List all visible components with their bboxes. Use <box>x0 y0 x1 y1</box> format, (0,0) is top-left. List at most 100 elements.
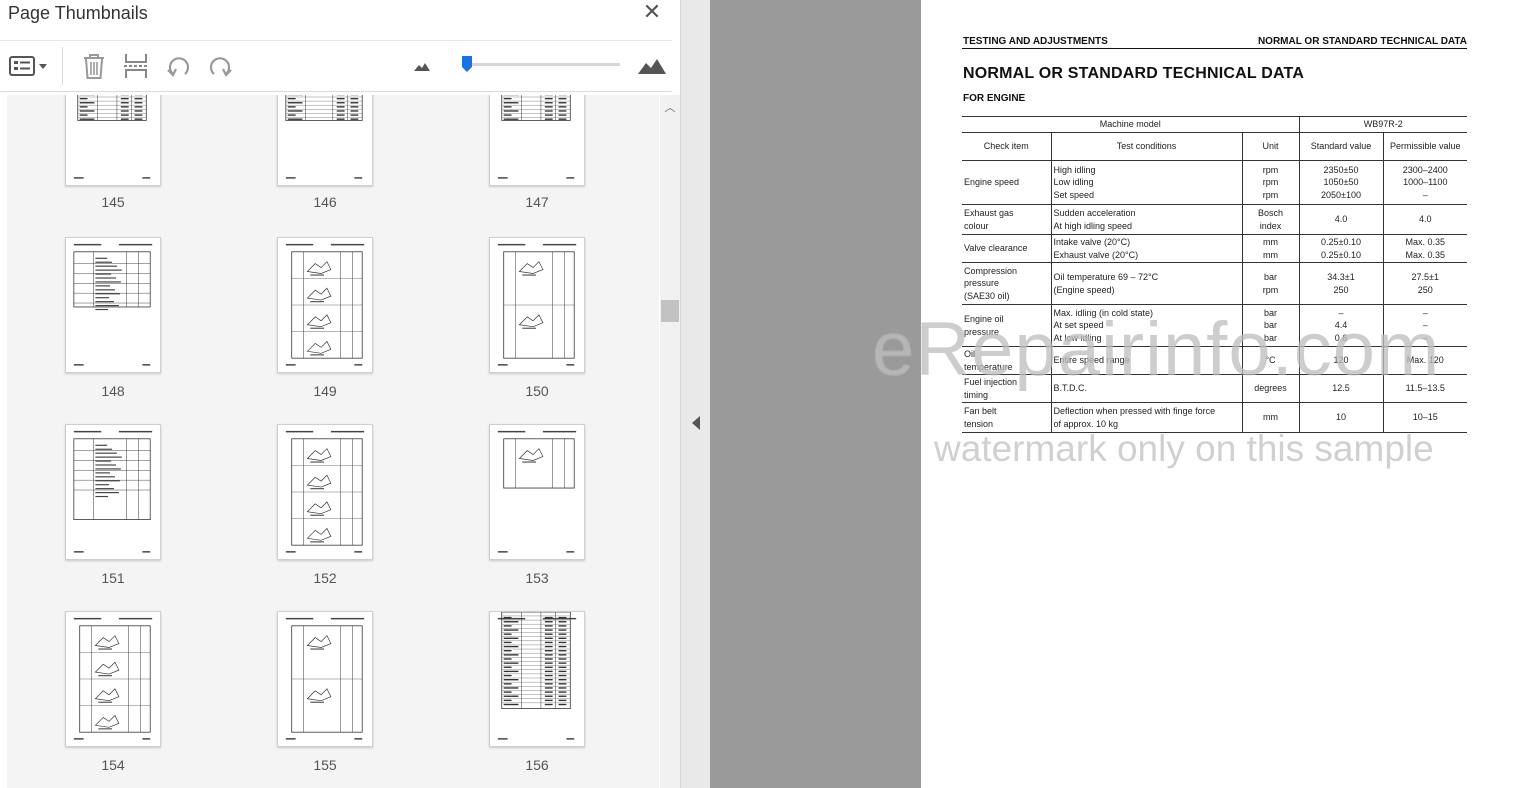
cell-line: Valve clearance <box>964 243 1028 254</box>
zoom-in-button[interactable] <box>636 51 668 81</box>
insert-pages-button[interactable] <box>121 51 151 81</box>
rotate-counterclockwise-icon <box>165 52 193 80</box>
cell-line: 0.25±0.10 <box>1321 249 1361 260</box>
rotate-clockwise-button[interactable] <box>205 51 235 81</box>
page-thumbnail[interactable] <box>277 424 373 560</box>
page-thumbnail[interactable] <box>65 237 161 373</box>
delete-pages-button[interactable] <box>80 51 108 81</box>
zoom-slider-track[interactable] <box>462 63 620 66</box>
thumbnail-options-button[interactable] <box>6 51 50 81</box>
cell-line: Oil temperature 69 – 72°C <box>1053 272 1159 282</box>
page-thumbnail[interactable] <box>277 237 373 373</box>
cell-line: B.T.D.C. <box>1053 383 1088 394</box>
page-thumbnail-label: 156 <box>525 757 549 773</box>
page-thumbnail[interactable] <box>65 95 161 186</box>
scroll-up-arrow-icon[interactable]: ︿ <box>664 102 676 114</box>
cell-line: mm <box>1263 412 1278 423</box>
standard-value-cell: 34.3±1 250 <box>1298 262 1383 305</box>
standard-value-cell: 0.25±0.10 0.25±0.10 <box>1298 234 1383 263</box>
cell-line: Sudden acceleration <box>1053 208 1136 218</box>
table-row: Fuel injection timing B.T.D.C. degrees 12.5 1… <box>962 374 1468 403</box>
scrollbar-thumb[interactable] <box>661 300 679 322</box>
cell-line: 120 <box>1333 355 1349 366</box>
page-thumbnail[interactable] <box>277 611 373 747</box>
panel-splitter[interactable] <box>680 0 710 788</box>
cell-line: tension <box>964 418 994 429</box>
cell-line: bar <box>1263 307 1277 318</box>
permissible-value-cell: 27.5±1 250 <box>1382 262 1468 305</box>
table-row: Engine speed High idling Low idling Set spe… <box>962 160 1468 205</box>
cell-line: At high idling speed <box>1053 220 1133 231</box>
cell-line: 11.5–13.5 <box>1405 383 1445 394</box>
cell-line: Engine speed <box>964 177 1020 188</box>
cell-line: – <box>1422 332 1428 343</box>
permissible-value-cell: 4.0 <box>1382 204 1468 235</box>
test-conditions-cell: Sudden acceleration At high idling speed <box>1050 204 1242 235</box>
page-thumbnails-panel: Page Thumbnails ✕ 145 146 147 148 149 15… <box>0 0 680 788</box>
document-subtitle: FOR ENGINE <box>963 93 1026 104</box>
table-row: Oil temperature Entire speed range °C 120 Max… <box>962 346 1468 375</box>
cell-line: rpm <box>1262 177 1279 188</box>
test-conditions-cell: Oil temperature 69 – 72°C (Engine speed) <box>1050 262 1242 305</box>
cell-line: Max. 0.35 <box>1405 249 1446 260</box>
standard-value-cell: 4.0 <box>1298 204 1383 235</box>
header-rule <box>962 48 1467 49</box>
cell-line: (Engine speed) <box>1053 284 1115 295</box>
thumbnail-grid: 145 146 147 148 149 150 151 152 153 154 155 156 <box>7 95 659 788</box>
zoom-out-button[interactable] <box>412 51 432 81</box>
page-thumbnail-label: 149 <box>313 383 337 399</box>
check-item-cell: Exhaust gas colour <box>962 204 1051 235</box>
test-conditions-cell: Entire speed range <box>1050 346 1242 375</box>
standard-value-cell: 2350±50 1050±50 2050±100 <box>1298 160 1383 205</box>
page-header-left: TESTING AND ADJUSTMENTS <box>963 36 1108 47</box>
cell-line: Fuel injection <box>964 377 1018 387</box>
cell-line: of approx. 10 kg <box>1053 418 1119 429</box>
cell-line: 1050±50 <box>1323 177 1359 188</box>
page-thumbnail-label: 151 <box>101 570 125 586</box>
test-conditions-cell: B.T.D.C. <box>1050 374 1242 403</box>
thumbnail-scrollbar[interactable] <box>660 95 680 788</box>
cell-line: 2050±100 <box>1321 189 1361 200</box>
cell-line: Exhaust valve (20°C) <box>1053 249 1139 260</box>
cell-line: Low idling <box>1053 177 1094 188</box>
permissible-value-cell: Max. 0.35 Max. 0.35 <box>1382 234 1468 263</box>
cell-line: Bosch <box>1257 208 1283 218</box>
cell-line: degrees <box>1254 383 1287 394</box>
cell-line: mm <box>1263 249 1278 260</box>
page-thumbnail[interactable] <box>489 611 585 747</box>
document-page: TESTING AND ADJUSTMENTS NORMAL OR STANDA… <box>921 0 1525 788</box>
cell-line: rpm <box>1262 189 1279 200</box>
page-thumbnail-label: 150 <box>525 383 549 399</box>
cell-line: 34.3±1 <box>1327 272 1355 282</box>
collapse-panel-arrow-icon[interactable] <box>692 416 700 430</box>
unit-cell: °C <box>1241 346 1299 375</box>
thumbnail-options-icon <box>8 54 48 78</box>
insert-pages-icon <box>122 52 150 80</box>
page-thumbnail[interactable] <box>489 424 585 560</box>
cell-line: 250 <box>1417 284 1433 295</box>
page-thumbnail[interactable] <box>277 95 373 186</box>
cell-line: Exhaust gas <box>964 208 1014 218</box>
page-thumbnail[interactable] <box>489 95 585 186</box>
document-backdrop <box>710 0 921 788</box>
col-header-unit: Unit <box>1241 132 1299 161</box>
page-thumbnail[interactable] <box>489 237 585 373</box>
panel-title: Page Thumbnails <box>8 3 148 23</box>
zoom-slider-thumb[interactable] <box>461 55 473 73</box>
page-thumbnail-label: 145 <box>101 194 125 210</box>
page-thumbnail[interactable] <box>65 611 161 747</box>
cell-line: – <box>1338 307 1344 318</box>
check-item-cell: Compression pressure (SAE30 oil) <box>962 262 1051 305</box>
unit-cell: degrees <box>1241 374 1299 403</box>
cell-line: index <box>1259 220 1282 231</box>
cell-line: – <box>1422 307 1428 318</box>
col-header-permissible-value: Permissible value <box>1382 132 1468 161</box>
unit-cell: rpm rpm rpm <box>1241 160 1299 205</box>
cell-line: 2350±50 <box>1323 164 1359 175</box>
cell-line: 27.5±1 <box>1411 272 1439 282</box>
rotate-counterclockwise-button[interactable] <box>164 51 194 81</box>
standard-value-cell: 10 <box>1298 402 1383 433</box>
close-panel-button[interactable]: ✕ <box>641 1 663 23</box>
page-thumbnail-label: 148 <box>101 383 125 399</box>
page-thumbnail[interactable] <box>65 424 161 560</box>
